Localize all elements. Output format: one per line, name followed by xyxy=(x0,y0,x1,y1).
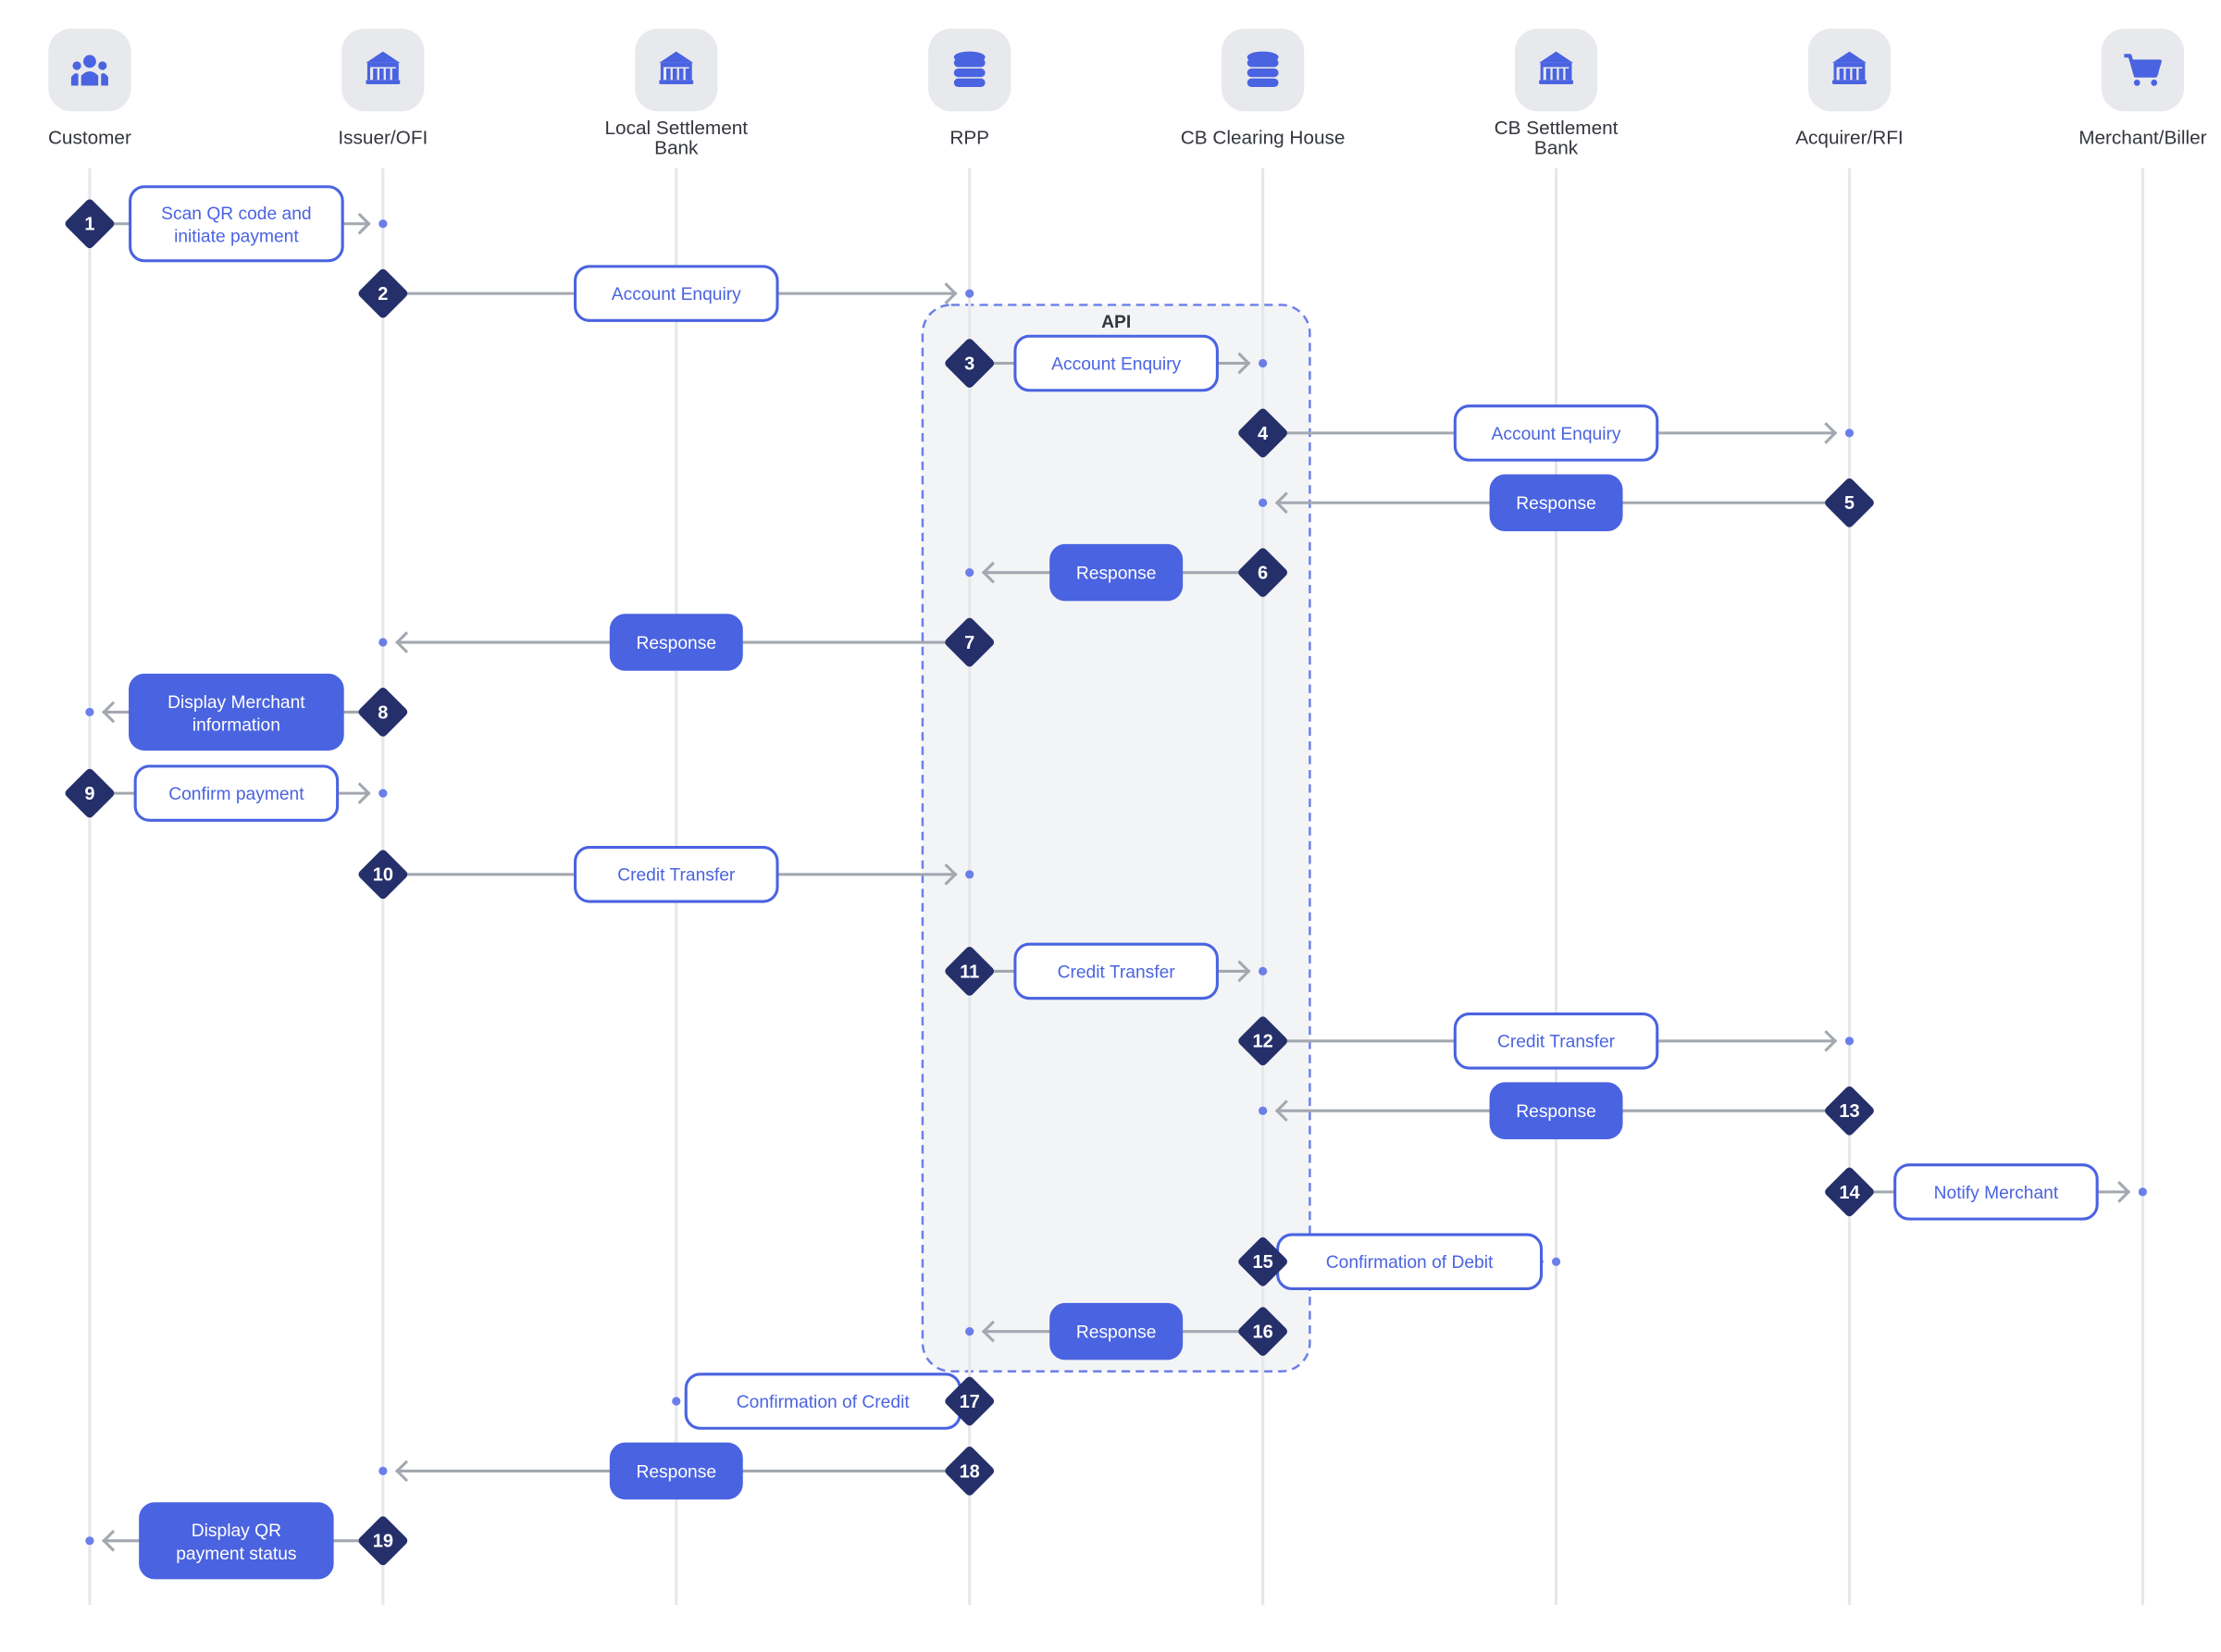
lane-merchant-biller: Merchant/Biller xyxy=(2078,28,2207,1606)
message-label: Display Merchant xyxy=(168,693,305,713)
lane-label: Bank xyxy=(654,137,699,158)
step-number: 14 xyxy=(1839,1183,1860,1203)
api-group-label: API xyxy=(1101,313,1131,332)
target-dot xyxy=(965,568,974,578)
lane-label: RPP xyxy=(949,128,989,149)
lane-label: Issuer/OFI xyxy=(338,128,428,149)
step-19: Display QR payment status 19 xyxy=(85,1502,408,1580)
step-number: 4 xyxy=(1258,424,1269,444)
step-number: 6 xyxy=(1258,564,1268,584)
step-17: Confirmation of Credit 17 xyxy=(672,1373,995,1430)
message-label: Notify Merchant xyxy=(1934,1184,2059,1203)
message-label: Response xyxy=(1076,1323,1157,1343)
message-label: Account Enquiry xyxy=(1051,354,1181,374)
target-dot xyxy=(1844,429,1855,438)
message-label: Scan QR code and xyxy=(161,205,311,224)
step-number: 2 xyxy=(378,284,388,304)
message-label: Display QR xyxy=(192,1522,281,1541)
message-label: Credit Transfer xyxy=(617,866,736,886)
step-8: Display Merchantinformation 8 xyxy=(85,673,408,751)
lane-label: Acquirer/RFI xyxy=(1795,128,1903,149)
step-number: 17 xyxy=(960,1392,980,1412)
lane-label: Local Settlement xyxy=(604,118,748,139)
target-dot xyxy=(965,1327,974,1336)
step-number: 1 xyxy=(84,215,94,235)
target-dot xyxy=(1844,1037,1855,1046)
message-label: Response xyxy=(636,1462,716,1482)
step-number: 5 xyxy=(1844,493,1855,514)
api-group: API xyxy=(921,304,1311,1373)
lane-cb-settlement-bank: CB SettlementBank xyxy=(1495,28,1619,1606)
target-dot xyxy=(378,1466,388,1476)
step-9: Confirm payment 9 xyxy=(65,764,388,822)
lane-issuer-ofi: Issuer/OFI xyxy=(338,28,428,1606)
message-label: payment status xyxy=(176,1545,296,1564)
database-icon xyxy=(1247,51,1279,88)
message-label: Response xyxy=(636,634,716,653)
step-15: Confirmation of Debit 15 xyxy=(1238,1233,1561,1291)
message-label: Response xyxy=(1076,565,1157,584)
target-dot xyxy=(1551,1257,1561,1266)
step-number: 13 xyxy=(1839,1101,1859,1122)
step-number: 7 xyxy=(964,633,974,653)
target-dot xyxy=(1259,498,1268,507)
target-dot xyxy=(965,870,974,879)
step-1: Scan QR code and initiate payment 1 xyxy=(65,185,388,263)
lane-label: Bank xyxy=(1534,137,1579,158)
step-2: Account Enquiry 2 xyxy=(358,265,974,322)
message-label: Credit Transfer xyxy=(1058,963,1176,982)
message-label: initiate payment xyxy=(174,228,299,247)
step-4: Account Enquiry 4 xyxy=(1238,404,1855,462)
api-group-box xyxy=(921,304,1311,1373)
database-icon xyxy=(953,51,986,88)
message-label: information xyxy=(192,715,280,735)
lane-acquirer-rfi: Acquirer/RFI xyxy=(1795,28,1904,1606)
lane-label: CB Settlement xyxy=(1495,118,1619,139)
lane-label: Merchant/Biller xyxy=(2078,128,2206,149)
target-dot xyxy=(85,707,94,717)
step-number: 9 xyxy=(84,784,94,804)
step-number: 18 xyxy=(960,1461,980,1482)
step-5: Response 5 xyxy=(1259,474,1874,532)
lane-icon-tile xyxy=(48,28,131,112)
step-7: Response 7 xyxy=(378,614,995,671)
step-13: Response 13 xyxy=(1259,1082,1874,1139)
step-number: 8 xyxy=(378,702,388,723)
step-number: 3 xyxy=(964,354,974,374)
lane-label: Customer xyxy=(48,128,131,149)
message-label: Confirmation of Credit xyxy=(737,1393,911,1412)
step-14: Notify Merchant 14 xyxy=(1825,1163,2147,1221)
sequence-diagram: API Customer Issuer/OFI Local SettlementBa… xyxy=(48,28,2207,1606)
message-label: Account Enquiry xyxy=(612,285,741,304)
message-label: Credit Transfer xyxy=(1497,1033,1616,1052)
target-dot xyxy=(965,289,974,298)
step-number: 16 xyxy=(1252,1323,1272,1343)
step-10: Credit Transfer 10 xyxy=(358,846,974,903)
target-dot xyxy=(1259,1106,1268,1115)
message-label: Response xyxy=(1516,494,1596,514)
target-dot xyxy=(378,638,388,647)
target-dot xyxy=(378,789,388,798)
target-dot xyxy=(1259,358,1268,368)
message-label: Response xyxy=(1516,1102,1596,1122)
step-number: 11 xyxy=(960,962,979,982)
message-label: Account Enquiry xyxy=(1492,425,1621,444)
message-label: Confirmation of Debit xyxy=(1326,1253,1494,1273)
target-dot xyxy=(378,219,388,229)
target-dot xyxy=(1259,966,1268,976)
step-number: 10 xyxy=(373,865,393,886)
message-label: Confirm payment xyxy=(168,785,304,804)
step-number: 12 xyxy=(1252,1032,1272,1052)
step-18: Response 18 xyxy=(378,1442,995,1500)
step-12: Credit Transfer 12 xyxy=(1238,1012,1855,1070)
target-dot xyxy=(672,1397,681,1406)
lane-label: CB Clearing House xyxy=(1181,128,1346,149)
target-dot xyxy=(2138,1187,2147,1197)
step-number: 15 xyxy=(1252,1252,1272,1273)
target-dot xyxy=(85,1536,94,1546)
step-number: 19 xyxy=(373,1532,393,1552)
